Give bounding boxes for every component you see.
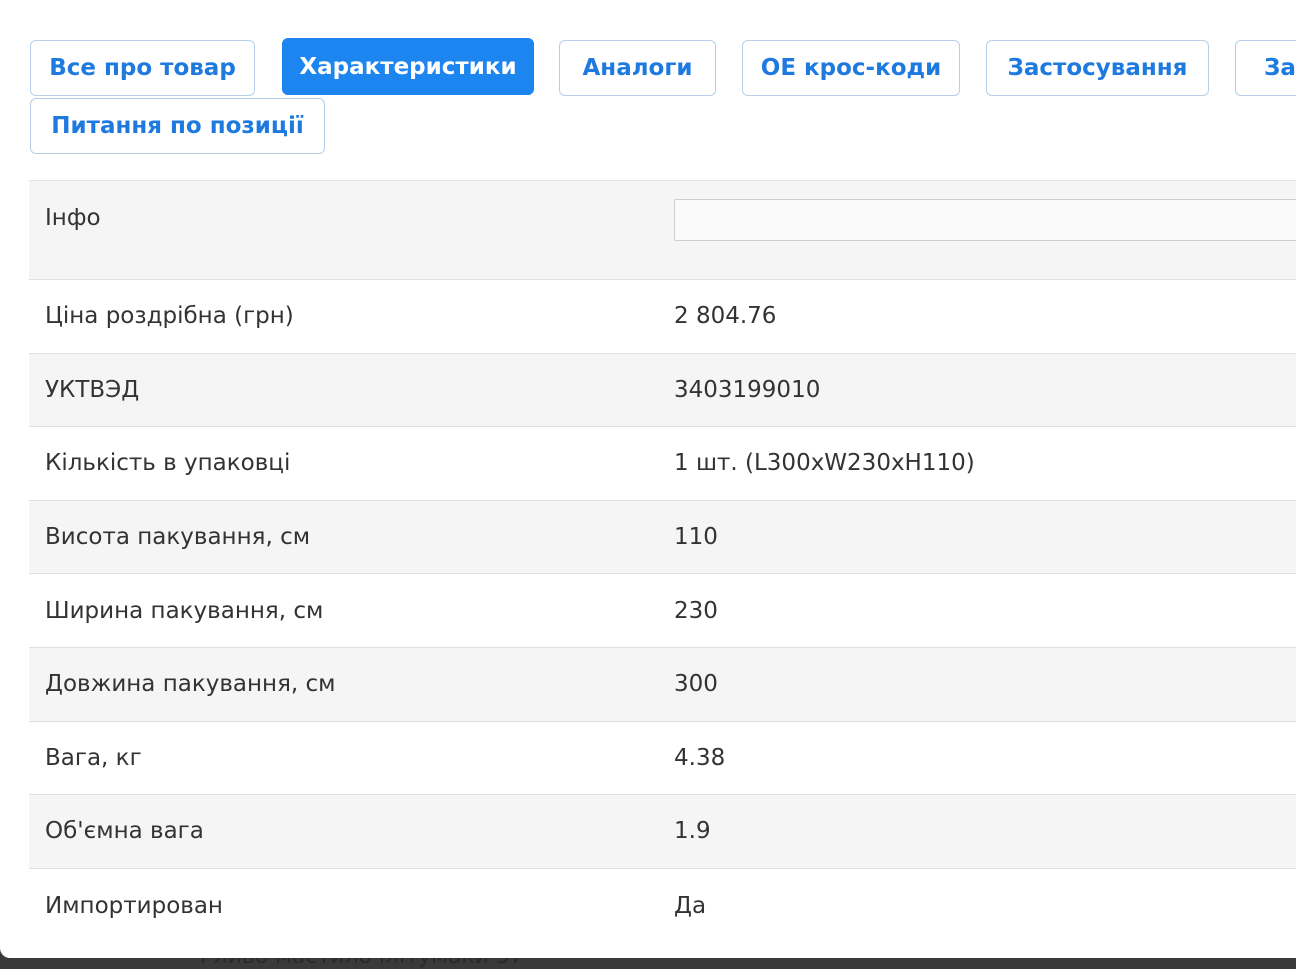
- spec-value: 1.9: [674, 818, 711, 845]
- spec-label: Довжина пакування, см: [45, 671, 336, 698]
- tab-application[interactable]: Застосування: [986, 40, 1209, 96]
- spec-label: Импортирован: [45, 892, 223, 919]
- tab-application-truncated[interactable]: Зас: [1235, 40, 1296, 96]
- tab-questions-about-item[interactable]: Питання по позиції: [30, 98, 325, 154]
- spec-value: 230: [674, 597, 718, 624]
- spec-label: Інфо: [45, 205, 101, 231]
- table-row: УКТВЭД 3403199010: [29, 353, 1296, 428]
- spec-value: 110: [674, 524, 718, 551]
- spec-label: Ширина пакування, см: [45, 597, 324, 624]
- specifications-table: Інфо Ціна роздрібна (грн) 2 804.76 УКТВЭ…: [29, 180, 1296, 943]
- table-row: Вага, кг 4.38: [29, 721, 1296, 796]
- spec-label: Об'ємна вага: [45, 818, 204, 845]
- spec-value: Да: [674, 892, 707, 919]
- spec-label: УКТВЭД: [45, 376, 140, 403]
- spec-value: 1 шт. (L300xW230xH110): [674, 450, 975, 477]
- spec-value: 4.38: [674, 744, 726, 771]
- table-row: Об'ємна вага 1.9: [29, 795, 1296, 869]
- product-details-modal: Все про товар Характеристики Аналоги ОЕ …: [0, 0, 1296, 958]
- spec-label: Ціна роздрібна (грн): [45, 303, 294, 330]
- spec-label: Вага, кг: [45, 744, 142, 771]
- spec-value: 3403199010: [674, 376, 821, 403]
- table-row: Кількість в упаковці 1 шт. (L300xW230xH1…: [29, 427, 1296, 501]
- table-row: Висота пакування, см 110: [29, 500, 1296, 575]
- tab-analogs[interactable]: Аналоги: [559, 40, 716, 96]
- table-row: Ширина пакування, см 230: [29, 574, 1296, 648]
- spec-label: Висота пакування, см: [45, 524, 311, 551]
- tab-all-about-product[interactable]: Все про товар: [30, 40, 255, 96]
- spec-row-info: Інфо: [29, 181, 1296, 280]
- spec-value: 300: [674, 671, 718, 698]
- spec-value: 2 804.76: [674, 303, 777, 330]
- tab-characteristics[interactable]: Характеристики: [282, 38, 534, 95]
- spec-label: Кількість в упаковці: [45, 450, 291, 477]
- table-row: Довжина пакування, см 300: [29, 647, 1296, 722]
- table-row: Импортирован Да: [29, 868, 1296, 943]
- table-row: Ціна роздрібна (грн) 2 804.76: [29, 280, 1296, 354]
- tab-oe-cross-codes[interactable]: ОЕ крос-коди: [742, 40, 960, 96]
- info-field[interactable]: [674, 199, 1296, 241]
